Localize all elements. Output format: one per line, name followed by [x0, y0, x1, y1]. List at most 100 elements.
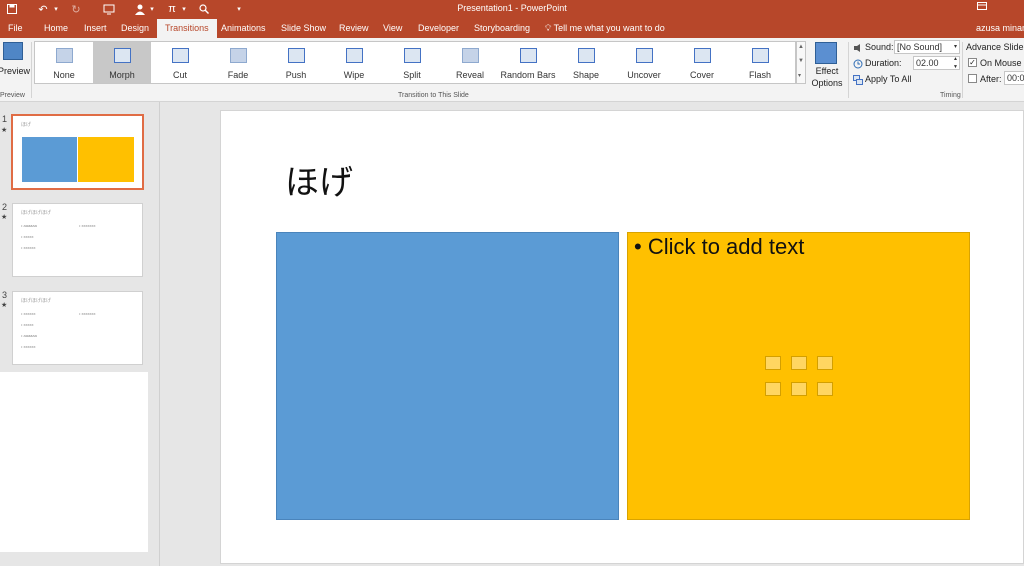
transition-cover[interactable]: Cover	[673, 42, 731, 83]
cut-transition-icon	[172, 48, 189, 63]
random-bars-transition-icon	[520, 48, 537, 63]
slide-title[interactable]: ほげ	[285, 155, 353, 204]
tab-storyboarding[interactable]: Storyboarding	[474, 19, 530, 38]
user-name[interactable]: azusa minam	[976, 19, 1024, 38]
cover-transition-icon	[694, 48, 711, 63]
duration-label-row: Duration:	[853, 58, 902, 69]
apply-all-label: Apply To All	[865, 74, 912, 84]
transition-label: Flash	[748, 70, 771, 80]
title-bar: ↶ ▾ ↻ ▾ π ▾ ▾ Presentation1 - PowerPoint	[0, 0, 1024, 19]
slide-number: 3	[2, 290, 8, 300]
transition-random-bars[interactable]: Random Bars	[499, 42, 557, 83]
tab-transitions[interactable]: Transitions	[157, 19, 217, 38]
blue-rectangle-shape[interactable]	[276, 232, 619, 520]
apply-all-button[interactable]: Apply To All	[853, 74, 911, 85]
reveal-transition-icon	[462, 48, 479, 63]
after-value: 00:00	[1007, 73, 1024, 83]
transition-none[interactable]: None	[35, 42, 93, 83]
slide-thumbnail-3[interactable]: ほげほげほげ • xxxxxx • xxxxx • aaaaaa • xxxxx…	[12, 291, 143, 365]
duration-input[interactable]: 02.00 ▲ ▼	[913, 56, 960, 70]
thumb-bullet: • xxxxxx	[21, 245, 36, 250]
transition-push[interactable]: Push	[267, 42, 325, 83]
transition-reveal[interactable]: Reveal	[441, 42, 499, 83]
tab-design[interactable]: Design	[121, 19, 149, 38]
duration-value: 02.00	[916, 58, 939, 68]
sound-select[interactable]: [No Sound] ▾	[894, 40, 960, 54]
after-label: After:	[980, 74, 1002, 84]
placeholder-text[interactable]: • Click to add text	[634, 234, 804, 260]
tab-review[interactable]: Review	[339, 19, 369, 38]
slide-number: 2	[2, 202, 8, 212]
ribbon-tabs: File Home Insert Design Transitions Anim…	[0, 19, 1024, 38]
slide[interactable]: ほげ • Click to add text	[220, 110, 1024, 564]
spinner-icon[interactable]: ▲ ▼	[953, 55, 958, 71]
after-checkbox[interactable]	[968, 74, 977, 83]
transition-cut[interactable]: Cut	[151, 42, 209, 83]
group-divider	[962, 42, 963, 98]
thumb-orange-shape	[78, 137, 134, 182]
uncover-transition-icon	[636, 48, 653, 63]
transition-flash[interactable]: Flash	[731, 42, 789, 83]
transition-label: Fade	[227, 70, 249, 80]
lightbulb-icon: 💡︎	[545, 23, 552, 33]
scroll-down-icon[interactable]: ▼	[798, 58, 804, 64]
tab-home[interactable]: Home	[44, 19, 68, 38]
transition-gallery: None Morph Cut Fade Push Wipe Split Reve…	[34, 41, 796, 84]
slide-canvas: ほげ • Click to add text	[160, 102, 1024, 566]
shape-transition-icon	[578, 48, 595, 63]
effect-options-button[interactable]: Effect Options	[808, 41, 846, 89]
transitions-group-label: Transition to This Slide	[398, 92, 469, 99]
transition-uncover[interactable]: Uncover	[615, 42, 673, 83]
gallery-scroll[interactable]: ▲ ▼ ▾	[796, 41, 806, 84]
preview-group-label: Preview	[0, 92, 25, 99]
sound-value: [No Sound]	[897, 42, 943, 52]
tab-slide-show[interactable]: Slide Show	[281, 19, 326, 38]
transition-star-icon: ★	[1, 302, 8, 309]
picture-icon[interactable]	[765, 382, 781, 396]
slide-thumbnail-1[interactable]: ほげ	[11, 114, 144, 190]
chevron-down-icon: ▾	[953, 44, 957, 50]
preview-button[interactable]: Preview	[0, 38, 31, 90]
slide-thumbnail-2[interactable]: ほげほげほげ • aaaaaa • xxxxx • xxxxxx • xxxxx…	[12, 203, 143, 277]
tab-developer[interactable]: Developer	[418, 19, 459, 38]
advance-slide-label: Advance Slide	[966, 42, 1024, 52]
gallery-more-icon[interactable]: ▾	[798, 72, 801, 79]
transition-split[interactable]: Split	[383, 42, 441, 83]
video-icon[interactable]	[817, 382, 833, 396]
transition-wipe[interactable]: Wipe	[325, 42, 383, 83]
transition-shape[interactable]: Shape	[557, 42, 615, 83]
preview-label: Preview	[0, 66, 31, 76]
transition-fade[interactable]: Fade	[209, 42, 267, 83]
speaker-icon	[853, 43, 863, 53]
table-icon[interactable]	[765, 356, 781, 370]
transition-label: None	[53, 70, 75, 80]
online-picture-icon[interactable]	[791, 382, 807, 396]
transition-morph[interactable]: Morph	[93, 42, 151, 83]
on-mouse-click-checkbox[interactable]: ✓	[968, 58, 977, 67]
thumb-title: ほげほげほげ	[21, 210, 52, 216]
thumb-bullet: • xxxxx	[21, 234, 34, 239]
split-transition-icon	[404, 48, 421, 63]
transition-label: Cut	[172, 70, 187, 80]
content-placeholder[interactable]: • Click to add text	[627, 232, 970, 520]
after-input[interactable]: 00:00	[1004, 71, 1024, 85]
thumbnail-pane-empty-area[interactable]	[0, 372, 148, 552]
sound-label: Sound:	[865, 42, 894, 52]
thumb-bullet: • xxxxxx	[21, 344, 36, 349]
tab-animations[interactable]: Animations	[221, 19, 266, 38]
tab-insert[interactable]: Insert	[84, 19, 107, 38]
group-divider	[31, 42, 32, 98]
tab-file[interactable]: File	[8, 19, 23, 38]
on-mouse-click-label: On Mouse C	[980, 58, 1024, 68]
window-title: Presentation1 - PowerPoint	[457, 3, 567, 13]
smartart-icon[interactable]	[817, 356, 833, 370]
timing-group-label: Timing	[940, 92, 961, 99]
transition-label: Uncover	[627, 70, 661, 80]
push-transition-icon	[288, 48, 305, 63]
ribbon-display-icon[interactable]	[977, 1, 987, 14]
scroll-up-icon[interactable]: ▲	[798, 44, 804, 50]
thumbnail-pane: 1 ★ ほげ 2 ★ ほげほげほげ • aaaaaa • xxxxx • xxx…	[0, 102, 160, 566]
tab-view[interactable]: View	[383, 19, 402, 38]
chart-icon[interactable]	[791, 356, 807, 370]
tell-me-box[interactable]: 💡︎ Tell me what you want to do	[545, 19, 665, 38]
